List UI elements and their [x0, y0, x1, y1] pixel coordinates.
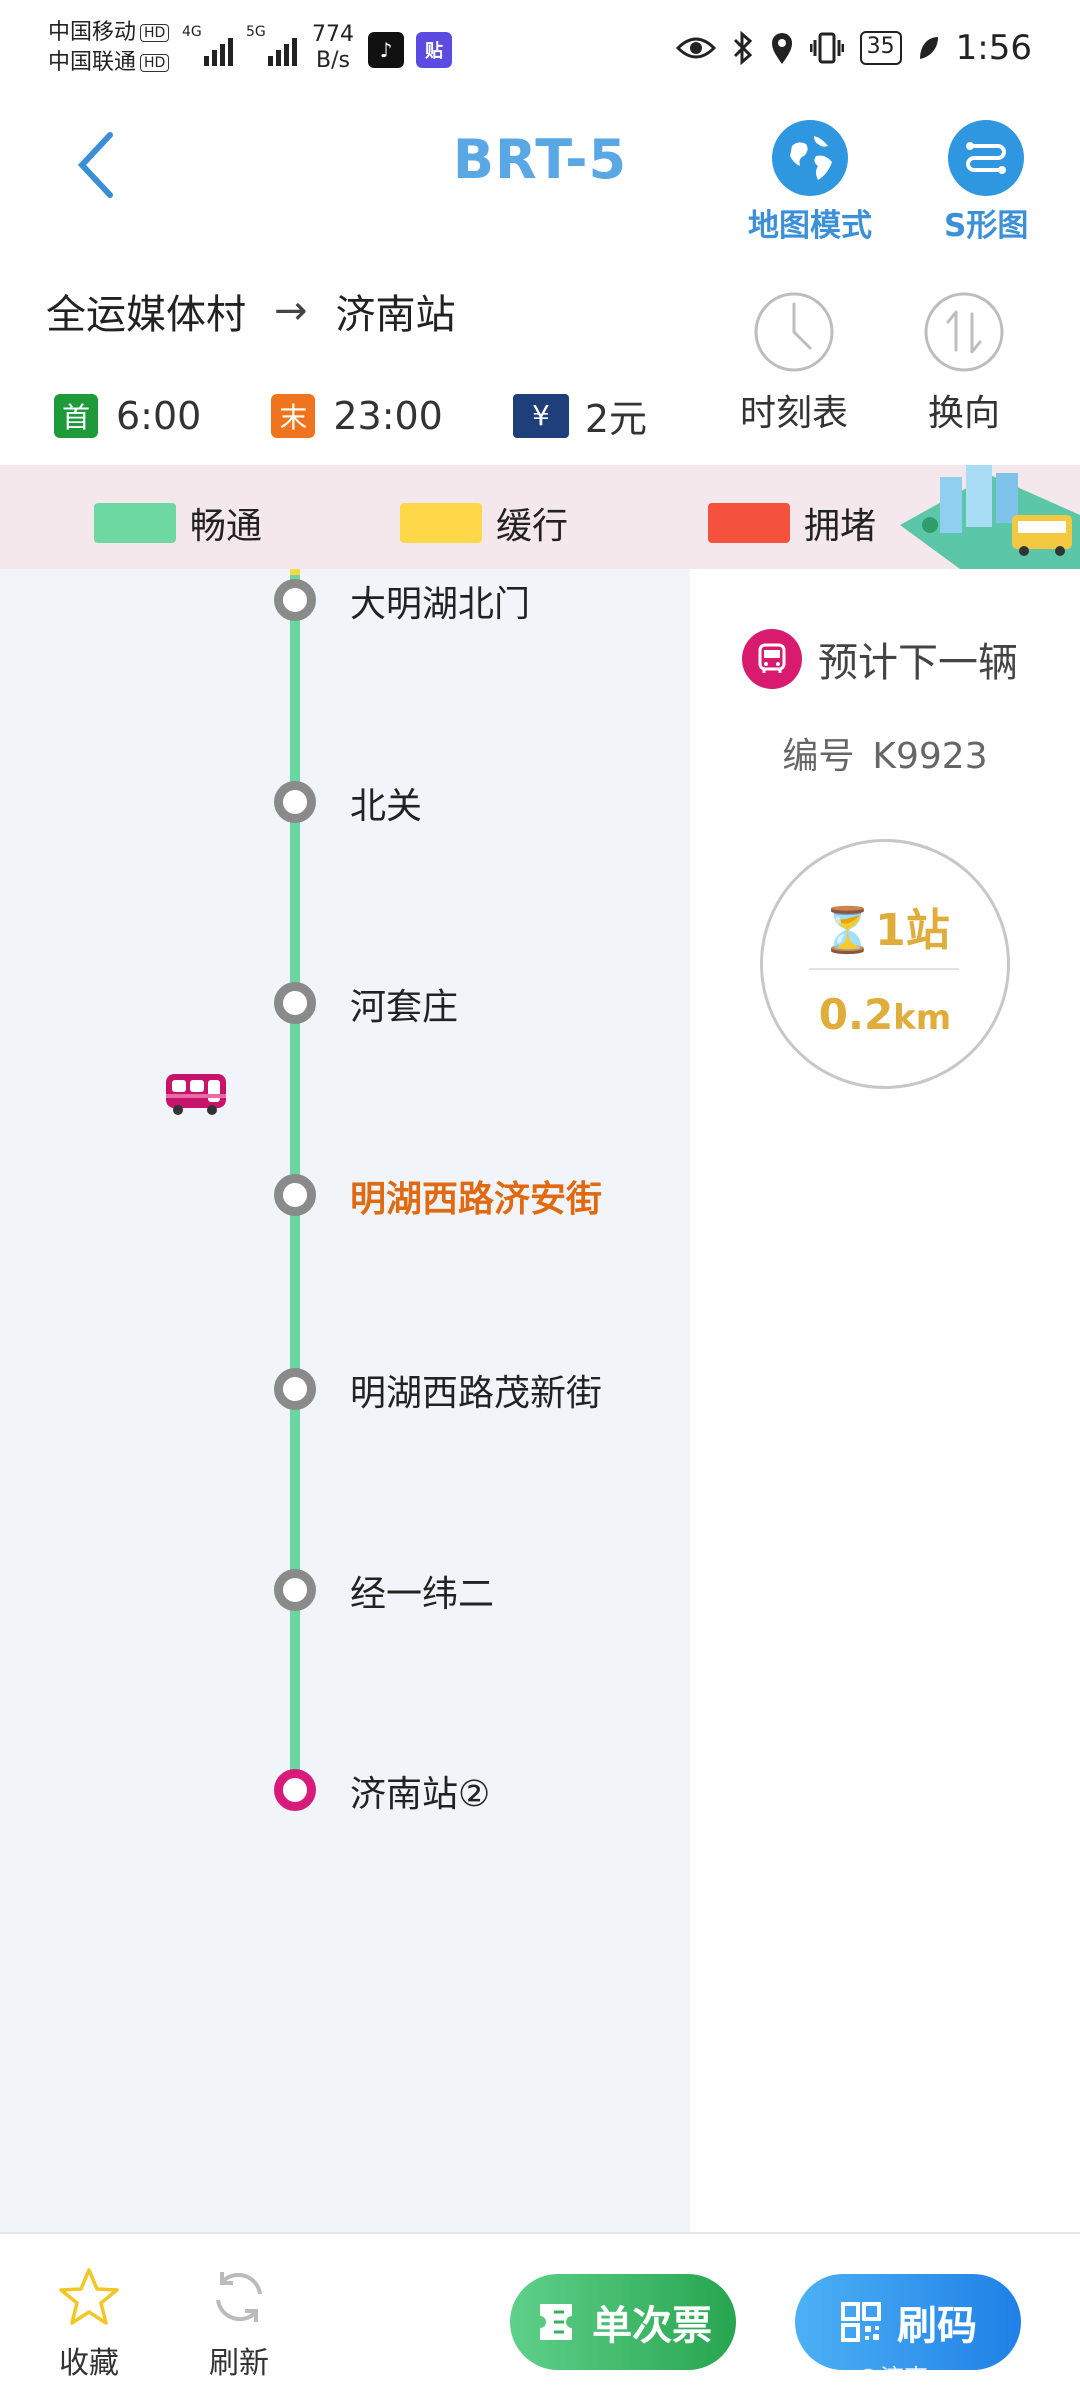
bus-number: 编号 K9923: [782, 736, 988, 777]
route-to: 济南站: [335, 292, 456, 338]
stop-name[interactable]: 经一纬二: [350, 1565, 494, 1617]
eye-icon: [675, 37, 716, 59]
qr-code-icon: [841, 2302, 881, 2342]
last-bus-tag: 末: [271, 393, 316, 438]
hd-badge: HD: [140, 54, 170, 72]
watermark: @济南…: [856, 2364, 952, 2392]
signal-5g-icon: 5G: [246, 24, 297, 66]
status-bar: 中国移动 HD 中国联通 HD 4G 5G 774 B/s ♪ 贴 35 1:56: [0, 0, 1080, 100]
carrier-1: 中国移动: [48, 20, 137, 45]
hd-badge: HD: [140, 24, 170, 42]
refresh-icon: [216, 2272, 262, 2322]
tiktok-icon: ♪: [368, 32, 404, 68]
legend-congested: 拥堵: [708, 497, 876, 549]
status-icons: 35 1:56: [675, 28, 1032, 68]
bus-position-icon[interactable]: [164, 1072, 230, 1120]
route-s-icon: [948, 120, 1025, 196]
tieba-icon: 贴: [416, 32, 452, 68]
next-bus-header: 预计下一辆: [742, 629, 1018, 689]
timetable-button[interactable]: 时刻表: [740, 290, 848, 436]
network-speed: 774 B/s: [312, 22, 354, 73]
swap-icon: [924, 292, 1004, 372]
clock-icon: [754, 292, 834, 372]
stops-away: ⏳1站: [820, 905, 950, 956]
eta-circle: ⏳1站 0.2km: [760, 839, 1010, 1089]
stop-marker[interactable]: [274, 982, 316, 1024]
vibrate-icon: [809, 32, 844, 64]
leaf-icon: [919, 37, 938, 59]
fare: ¥ 2元: [512, 388, 647, 443]
stop-marker[interactable]: [274, 1368, 316, 1410]
bus-icon: [742, 629, 802, 689]
stop-marker-current[interactable]: [274, 1174, 316, 1216]
legend-slow: 缓行: [400, 497, 568, 549]
stop-marker[interactable]: [274, 1569, 316, 1611]
carrier-info: 中国移动 HD 中国联通 HD: [48, 18, 170, 78]
last-bus: 末 23:00: [271, 393, 443, 438]
first-bus-tag: 首: [54, 393, 98, 438]
globe-icon: [772, 120, 848, 196]
route-line-panel[interactable]: 大明湖北门 北关 河套庄 明湖西路济安街 明湖西路茂新街 经一纬二 济南站②: [0, 569, 690, 2232]
bluetooth-icon: [733, 31, 752, 65]
scan-code-button[interactable]: 刷码: [795, 2274, 1021, 2370]
carrier-2: 中国联通: [48, 50, 137, 75]
first-bus: 首 6:00: [54, 393, 201, 438]
stop-name-current[interactable]: 明湖西路济安街: [350, 1170, 602, 1222]
city-bus-illustration: [900, 465, 1080, 569]
s-map-button[interactable]: S形图: [944, 120, 1028, 245]
ticket-icon: [540, 2304, 572, 2340]
location-icon: [771, 33, 792, 64]
stop-marker[interactable]: [274, 781, 316, 823]
traffic-legend: 畅通 缓行 拥堵: [0, 465, 1080, 569]
battery-icon: 35: [859, 31, 902, 65]
distance-away: 0.2km: [818, 990, 952, 1039]
stop-name[interactable]: 大明湖北门: [350, 575, 530, 627]
stop-marker-terminal[interactable]: [274, 1769, 316, 1811]
signal-4g-icon: 4G: [182, 24, 233, 66]
map-mode-button[interactable]: 地图模式: [748, 120, 872, 245]
favorite-button[interactable]: 收藏: [58, 2266, 120, 2382]
page-title: BRT-5: [452, 128, 628, 191]
stop-name[interactable]: 河套庄: [350, 978, 458, 1030]
reverse-direction-button[interactable]: 换向: [922, 290, 1006, 436]
ticket-icon: ¥: [512, 393, 569, 438]
stop-name[interactable]: 济南站②: [350, 1765, 490, 1817]
refresh-button[interactable]: 刷新: [208, 2266, 270, 2382]
next-bus-panel: 预计下一辆 编号 K9923 ⏳1站 0.2km: [690, 569, 1080, 2232]
route-from: 全运媒体村: [46, 292, 246, 338]
single-ticket-button[interactable]: 单次票: [510, 2274, 736, 2370]
clock: 1:56: [955, 28, 1032, 68]
service-info: 首 6:00 末 23:00 ¥ 2元: [54, 388, 717, 443]
star-icon: [59, 2268, 119, 2325]
stop-marker[interactable]: [274, 579, 316, 621]
stop-name[interactable]: 明湖西路茂新街: [350, 1364, 602, 1416]
hourglass-icon: ⏳: [820, 905, 876, 956]
arrow-right-icon: →: [274, 288, 308, 334]
stop-name[interactable]: 北关: [350, 777, 422, 829]
legend-smooth: 畅通: [94, 497, 262, 549]
route-direction: 全运媒体村 → 济南站: [46, 282, 456, 340]
